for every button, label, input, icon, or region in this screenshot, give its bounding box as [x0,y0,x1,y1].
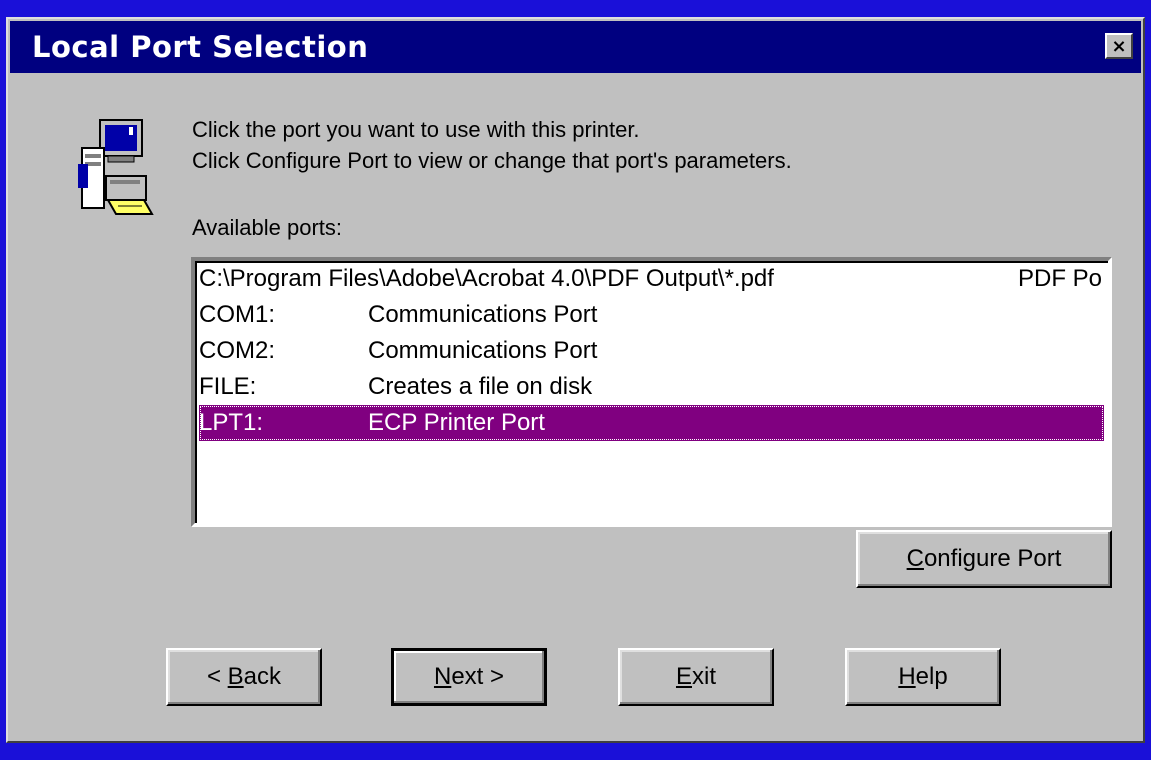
window-title: Local Port Selection [32,30,369,64]
configure-label: onfigure Port [923,545,1062,572]
port-row[interactable]: FILE: Creates a file on disk [199,369,1108,405]
port-description: Creates a file on disk [368,373,593,400]
printer-computer-icon [78,119,154,215]
port-description: ECP Printer Port [368,409,545,436]
port-description: Communications Port [368,301,598,328]
help-accel: H [898,663,916,690]
local-port-selection-dialog: Local Port Selection × Click the port yo… [6,17,1145,743]
port-row[interactable]: COM2: Communications Port [199,333,1108,369]
port-name: C:\Program Files\Adobe\Acrobat 4.0\PDF O… [199,265,774,292]
port-row[interactable]: COM1: Communications Port [199,297,1108,333]
port-description: Communications Port [368,337,598,364]
ports-listbox[interactable]: C:\Program Files\Adobe\Acrobat 4.0\PDF O… [191,257,1112,527]
next-accel: N [433,663,452,690]
exit-label: xit [692,663,716,690]
exit-accel: E [675,663,692,690]
back-accel: B [227,663,244,690]
exit-button[interactable]: Exit [618,648,774,706]
port-name: COM2: [199,337,276,364]
port-row[interactable]: C:\Program Files\Adobe\Acrobat 4.0\PDF O… [199,261,1108,297]
back-prefix: < [206,663,228,690]
back-label: ack [243,663,282,690]
port-row-selected[interactable]: LPT1: ECP Printer Port [199,405,1104,441]
title-bar[interactable]: Local Port Selection × [10,21,1141,73]
port-extra: PDF Po [1018,265,1103,292]
configure-accel: C [906,545,924,572]
close-button[interactable]: × [1105,33,1133,59]
instruction-line-1: Click the port you want to use with this… [192,117,640,142]
back-button[interactable]: < Back [166,648,322,706]
port-name: FILE: [199,373,257,400]
next-button[interactable]: Next > [391,648,547,706]
port-name: LPT1: [199,409,264,436]
next-label: ext > [451,663,505,690]
help-button[interactable]: Help [845,648,1001,706]
port-name: COM1: [199,301,276,328]
available-ports-label: Available ports: [192,215,343,240]
close-icon: × [1111,35,1127,57]
configure-port-button[interactable]: Configure Port [856,530,1112,588]
help-label: elp [915,663,948,690]
instruction-line-2: Click Configure Port to view or change t… [192,148,792,173]
